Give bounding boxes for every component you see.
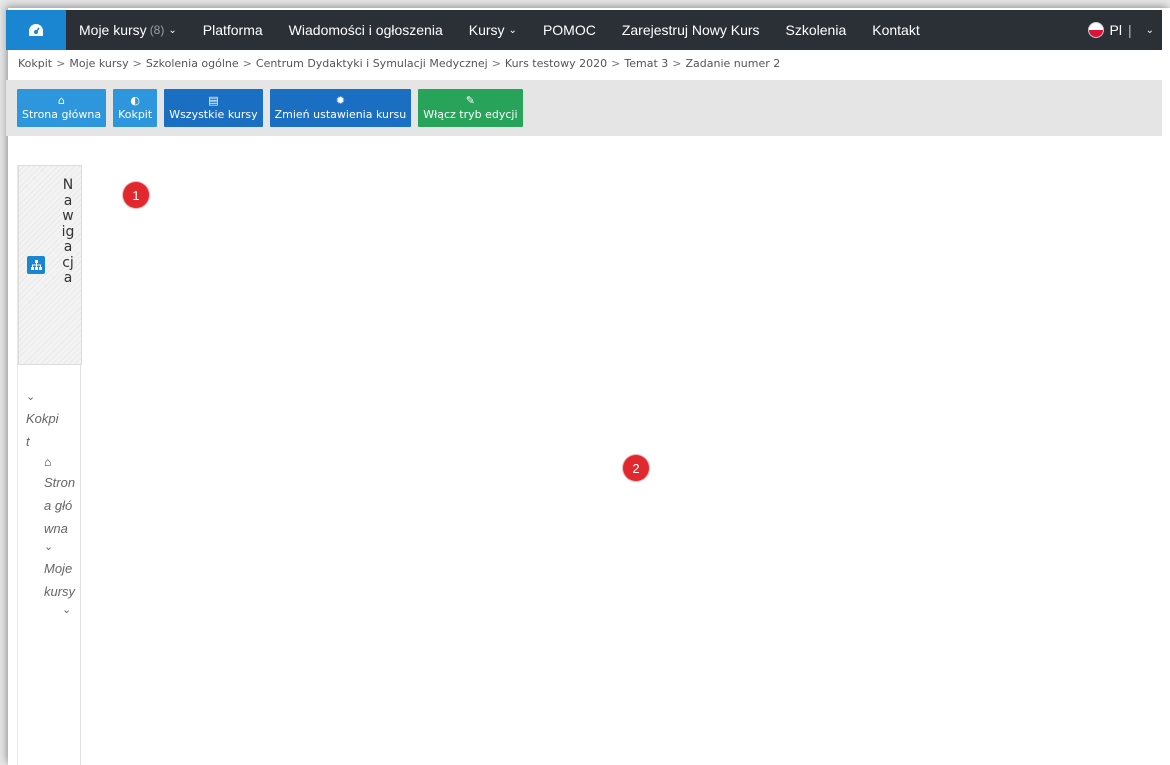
nav-pomoc-label: POMOC xyxy=(542,22,596,38)
edit-mode-button[interactable]: ✎ Włącz tryb edycji xyxy=(418,89,523,127)
breadcrumb-item[interactable]: Kurs testowy 2020 xyxy=(505,57,607,70)
breadcrumb-item[interactable]: Centrum Dydaktyki i Symulacji Medycznej xyxy=(256,57,488,70)
nav-zarejestruj[interactable]: Zarejestruj Nowy Kurs xyxy=(609,10,773,50)
edit-icon: ✎ xyxy=(465,94,475,107)
navigation-block-header[interactable]: Nawigacja xyxy=(18,165,82,365)
navigation-block: Nawigacja ⌄ Kokpit ⌂ Strona główna ⌄ Moj… xyxy=(17,165,82,765)
chevron-down-icon[interactable]: ⌄ xyxy=(62,603,78,616)
nav-szkolenia-label: Szkolenia xyxy=(785,22,847,38)
nav-kontakt-label: Kontakt xyxy=(872,22,920,38)
gear-icon: ✹ xyxy=(335,94,346,107)
all-courses-button-label: Wszystkie kursy xyxy=(169,108,258,121)
breadcrumb-item[interactable]: Kokpit xyxy=(18,57,52,70)
annotation-marker-2: 2 xyxy=(623,455,649,481)
nav-kursy-label: Kursy xyxy=(468,22,505,38)
dashboard-button[interactable]: ◐ Kokpit xyxy=(113,89,158,127)
nav-kursy[interactable]: Kursy ⌄ xyxy=(456,10,530,50)
dashboard-icon xyxy=(29,24,43,36)
nav-szkolenia[interactable]: Szkolenia xyxy=(773,10,860,50)
nav-moje-kursy-label: Moje kursy xyxy=(79,22,147,38)
breadcrumb-item[interactable]: Szkolenia ogólne xyxy=(146,57,239,70)
course-settings-button-label: Zmień ustawienia kursu xyxy=(274,108,407,121)
chevron-down-icon: ⌄ xyxy=(508,24,517,36)
polish-flag-icon xyxy=(1087,22,1104,38)
breadcrumb: Kokpit > Moje kursy > Szkolenia ogólne > Centr… xyxy=(18,57,781,70)
dashboard-button-label: Kokpit xyxy=(118,108,153,121)
language-label: Pl xyxy=(1109,22,1122,38)
nav-wiadomosci[interactable]: Wiadomości i ogłoszenia xyxy=(276,10,456,50)
book-icon: ▤ xyxy=(208,94,219,107)
chevron-down-icon[interactable]: ⌄ xyxy=(26,390,78,403)
course-settings-button[interactable]: ✹ Zmień ustawienia kursu xyxy=(269,89,412,127)
tree-item-strona-glowna[interactable]: Strona główna xyxy=(44,471,78,540)
chevron-down-icon: ⌄ xyxy=(1145,24,1154,36)
breadcrumb-item[interactable]: Moje kursy xyxy=(69,57,128,70)
dashboard-icon: ◐ xyxy=(130,94,140,107)
navigation-tree: ⌄ Kokpit ⌂ Strona główna ⌄ Moje kursy ⌄ xyxy=(26,390,78,620)
language-selector[interactable]: Pl | ⌄ xyxy=(1087,10,1154,50)
breadcrumb-item-current: Zadanie numer 2 xyxy=(685,57,781,70)
home-button-label: Strona główna xyxy=(22,108,102,121)
course-toolbar: ⌂ Strona główna ◐ Kokpit ▤ Wszystkie kur… xyxy=(6,80,1162,136)
annotation-marker-1: 1 xyxy=(123,182,149,208)
nav-pomoc[interactable]: POMOC xyxy=(530,10,609,50)
breadcrumb-item[interactable]: Temat 3 xyxy=(624,57,668,70)
home-icon: ⌂ xyxy=(58,94,66,107)
nav-wiadomosci-label: Wiadomości i ogłoszenia xyxy=(288,22,443,38)
chevron-down-icon: ⌄ xyxy=(168,24,177,36)
nav-kontakt[interactable]: Kontakt xyxy=(859,10,932,50)
sitemap-icon xyxy=(27,256,45,274)
nav-moje-kursy[interactable]: Moje kursy (8) ⌄ xyxy=(66,10,190,50)
home-icon: ⌂ xyxy=(44,455,52,469)
chevron-down-icon[interactable]: ⌄ xyxy=(44,540,78,553)
sitemap-icon-glyph xyxy=(30,260,42,270)
all-courses-button[interactable]: ▤ Wszystkie kursy xyxy=(164,89,263,127)
nav-platforma-label: Platforma xyxy=(202,22,263,38)
navigation-title: Nawigacja xyxy=(61,177,75,286)
top-navbar: Moje kursy (8) ⌄ Platforma Wiadomości i … xyxy=(6,10,1162,50)
nav-zarejestruj-label: Zarejestruj Nowy Kurs xyxy=(621,22,760,38)
tree-item-kokpit[interactable]: Kokpit xyxy=(26,407,60,453)
course-count-badge: (8) xyxy=(149,23,165,37)
edit-mode-button-label: Włącz tryb edycji xyxy=(423,108,518,121)
dashboard-home-button[interactable] xyxy=(6,10,66,50)
nav-platforma[interactable]: Platforma xyxy=(190,10,276,50)
tree-item-moje-kursy[interactable]: Moje kursy xyxy=(44,557,78,603)
home-button[interactable]: ⌂ Strona główna xyxy=(17,89,107,127)
